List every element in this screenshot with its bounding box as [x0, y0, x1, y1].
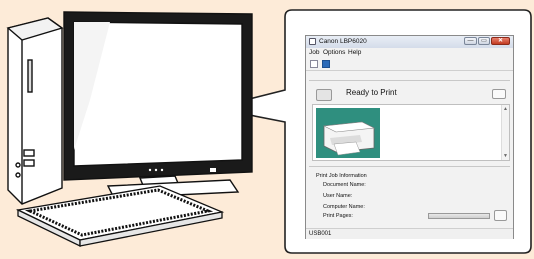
window-title: Canon LBP6020 — [319, 38, 367, 45]
printer-status-icon — [316, 89, 332, 101]
divider — [309, 166, 510, 167]
port-label: USB001 — [309, 231, 332, 237]
print-progress-bar — [428, 213, 490, 219]
refresh-icon[interactable] — [322, 60, 330, 68]
status-bar: USB001 — [306, 228, 513, 239]
settings-button[interactable] — [492, 89, 506, 99]
document-name-label: Document Name: — [323, 182, 366, 188]
printer-image — [316, 108, 380, 158]
toolbar — [306, 58, 513, 71]
print-job-heading: Print Job Information — [316, 173, 367, 179]
printer-icon — [309, 38, 316, 45]
maximize-button[interactable]: ▭ — [478, 37, 490, 45]
menu-help[interactable]: Help — [348, 49, 361, 56]
monitor — [63, 11, 253, 199]
close-button[interactable]: ✕ — [491, 37, 510, 45]
status-scrollbar[interactable]: ▲ ▼ — [501, 105, 509, 160]
status-display: ▲ ▼ — [312, 104, 510, 161]
menu-bar: Job Options Help — [306, 48, 513, 57]
title-bar[interactable]: Canon LBP6020 — ▭ ✕ — [306, 36, 513, 48]
user-name-label: User Name: — [323, 193, 353, 199]
cancel-job-button[interactable] — [494, 210, 507, 221]
tower-pc — [6, 17, 64, 205]
minimize-button[interactable]: — — [464, 37, 477, 45]
printer-status-window: Canon LBP6020 — ▭ ✕ Job Options Help Rea… — [305, 35, 514, 239]
print-pages-label: Print Pages: — [323, 213, 353, 219]
printer-status-text: Ready to Print — [346, 88, 397, 97]
menu-job[interactable]: Job — [309, 49, 319, 56]
menu-options[interactable]: Options — [323, 49, 345, 56]
document-icon[interactable] — [310, 60, 318, 68]
divider — [309, 80, 510, 81]
computer-name-label: Computer Name: — [323, 204, 365, 210]
